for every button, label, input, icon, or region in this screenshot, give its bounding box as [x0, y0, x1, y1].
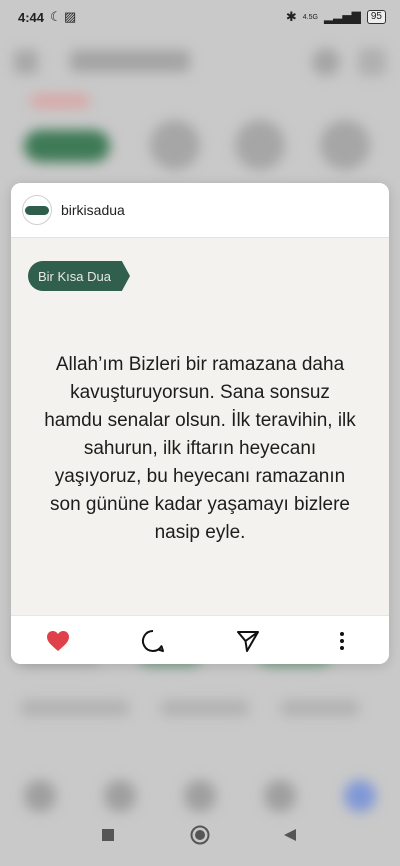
bg-shape	[235, 120, 285, 170]
bg-shape	[20, 700, 130, 716]
moon-icon: ☾	[50, 9, 62, 24]
bg-shape	[30, 94, 90, 108]
post-card: birkisadua Bir Kısa Dua Allah’ım Bizleri…	[11, 183, 389, 664]
bg-topbar	[0, 40, 400, 84]
system-nav-bar	[0, 816, 400, 866]
bg-shape	[344, 780, 376, 812]
post-text: Allah’ım Bizleri bir ramazana daha kavuş…	[44, 354, 356, 543]
like-button[interactable]	[45, 628, 71, 654]
bg-shape	[320, 120, 370, 170]
battery-indicator: 95	[366, 10, 386, 24]
bg-shape	[184, 780, 216, 812]
logo-icon	[25, 205, 49, 215]
comment-button[interactable]	[140, 628, 166, 654]
bg-shape	[264, 780, 296, 812]
status-right: ✱ 4.5G ▂▃▅▇ 95	[286, 9, 386, 25]
bluetooth-icon: ✱	[285, 9, 297, 24]
category-tag: Bir Kısa Dua	[28, 261, 130, 291]
username[interactable]: birkisadua	[61, 202, 125, 218]
post-header: birkisadua	[11, 183, 389, 238]
status-bar: 4:44 ☾ ▨ ✱ 4.5G ▂▃▅▇ 95	[0, 0, 400, 36]
more-button[interactable]	[329, 628, 355, 654]
comment-icon	[141, 629, 164, 652]
bg-stories-row	[0, 94, 400, 190]
send-icon	[237, 631, 259, 652]
post-actions	[11, 615, 389, 664]
back-triangle-icon	[284, 829, 296, 841]
bg-shape	[160, 700, 250, 716]
recents-button[interactable]	[101, 828, 115, 847]
square-icon	[102, 829, 114, 841]
heart-icon	[47, 631, 69, 651]
signal-icon: ▂▃▅▇	[323, 10, 361, 24]
more-vertical-icon	[340, 632, 344, 650]
bg-icon-shape	[312, 48, 340, 76]
apps-icon: ▨	[64, 9, 77, 24]
bg-shape	[24, 130, 110, 162]
clock: 4:44	[18, 10, 45, 25]
bg-bottom-nav	[0, 770, 400, 820]
bg-shape	[280, 700, 360, 716]
home-button[interactable]	[190, 825, 210, 850]
share-button[interactable]	[235, 628, 261, 654]
home-circle-icon	[190, 825, 210, 845]
bg-shape	[104, 780, 136, 812]
network-type: 4.5G	[302, 13, 318, 21]
bg-back-shape	[14, 50, 38, 74]
back-button[interactable]	[283, 828, 297, 847]
bg-shape	[24, 780, 56, 812]
bg-title-shape	[70, 50, 190, 72]
bg-icon-shape	[358, 48, 386, 76]
bg-shape	[150, 120, 200, 170]
avatar[interactable]	[22, 195, 52, 225]
